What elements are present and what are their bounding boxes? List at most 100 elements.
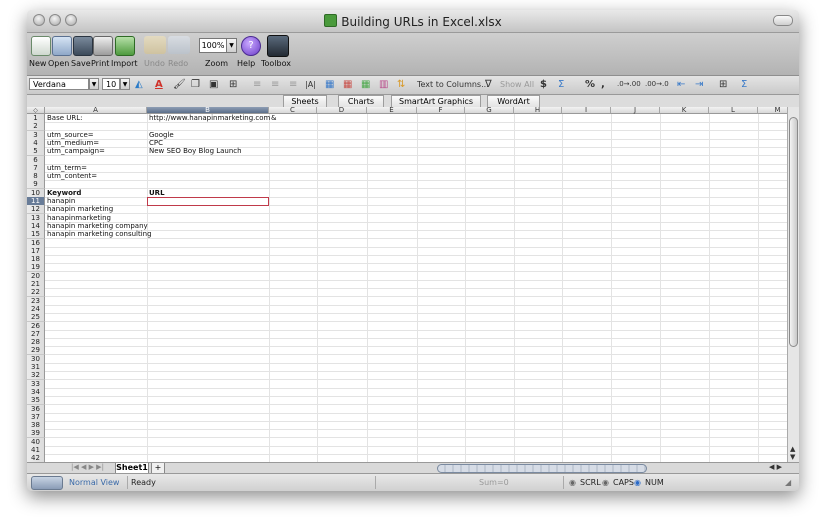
increase-decimal-icon[interactable]: .0→.00 — [617, 78, 641, 91]
merge-cells-icon[interactable]: ▦ — [325, 78, 334, 91]
filter-icon[interactable]: ∇ — [485, 78, 492, 91]
column-header-m[interactable]: M — [758, 107, 787, 114]
open-button-label[interactable]: Open — [48, 59, 69, 68]
status-divider — [127, 476, 128, 489]
wrap-text-icon[interactable]: |A| — [305, 78, 316, 91]
redo-button-label[interactable]: Redo — [168, 59, 188, 68]
insert-rows-icon[interactable]: ▦ — [343, 78, 352, 91]
currency-icon[interactable]: $ — [540, 78, 547, 91]
horizontal-scroll-arrows[interactable]: ◀ ▶ — [769, 463, 782, 471]
align-left-icon[interactable]: ≡ — [253, 78, 261, 91]
import-icon[interactable] — [115, 36, 135, 56]
vertical-scrollbar[interactable]: ▲ ▼ — [787, 107, 799, 462]
zoom-dropdown-arrow[interactable]: ▼ — [226, 38, 237, 53]
status-divider — [563, 476, 564, 489]
column-header-l[interactable]: L — [709, 107, 758, 114]
new-icon[interactable] — [31, 36, 51, 56]
tab-sheets[interactable]: Sheets — [283, 95, 327, 107]
column-header-d[interactable]: D — [317, 107, 367, 114]
column-header-i[interactable]: I — [562, 107, 611, 114]
scroll-down-arrow[interactable]: ▼ — [790, 453, 795, 461]
insert-columns-icon[interactable]: ▦ — [361, 78, 370, 91]
status-bar: Normal View Ready Sum=0 ◉ SCRL ◉ CAPS ◉ … — [27, 473, 799, 491]
toolbar-toggle-button[interactable] — [773, 15, 793, 26]
save-button-label[interactable]: Save — [71, 59, 91, 68]
save-icon[interactable] — [73, 36, 93, 56]
window-title: Building URLs in Excel.xlsx — [27, 14, 799, 29]
standard-toolbar: 100% ▼ ? New Open Save Print Import Undo… — [27, 33, 799, 76]
window-title-text: Building URLs in Excel.xlsx — [341, 15, 502, 29]
scroll-lock-icon: ◉ — [569, 478, 576, 487]
show-all-button[interactable]: Show All — [500, 78, 534, 91]
help-icon[interactable]: ? — [241, 36, 261, 56]
scroll-up-arrow[interactable]: ▲ — [790, 445, 795, 453]
column-header-j[interactable]: J — [611, 107, 660, 114]
functions-icon[interactable]: Σ — [741, 78, 747, 91]
autosum-icon[interactable]: Σ — [558, 78, 564, 91]
paste-icon[interactable]: ▣ — [209, 78, 218, 91]
format-painter-icon[interactable]: 🖌 — [173, 78, 186, 91]
import-button-label[interactable]: Import — [111, 59, 138, 68]
vertical-scroll-thumb[interactable] — [789, 117, 798, 347]
select-all-corner[interactable]: ◇ — [27, 107, 45, 114]
tab-wordart[interactable]: WordArt — [487, 95, 540, 107]
sort-icon[interactable]: ⇅ — [397, 78, 405, 91]
caps-lock-icon: ◉ — [602, 478, 609, 487]
font-size-field[interactable]: 10 — [102, 78, 120, 90]
font-name-dropdown[interactable]: ▼ — [89, 78, 99, 90]
num-lock-icon: ◉ — [634, 478, 641, 487]
normal-view-icon[interactable] — [31, 476, 63, 490]
formatting-bar: Verdana ▼ 10 ▼ ◭ A 🖌 ❐ ▣ ⊞ ≡ ≡ ≡ |A| ▦ ▦… — [27, 76, 799, 95]
redo-icon[interactable] — [168, 36, 190, 54]
undo-icon[interactable] — [144, 36, 166, 54]
toolbox-button-label[interactable]: Toolbox — [261, 59, 291, 68]
toolbox-icon[interactable] — [267, 35, 289, 57]
column-header-c[interactable]: C — [269, 107, 317, 114]
text-to-columns-button[interactable]: Text to Columns... — [417, 78, 489, 91]
align-center-icon[interactable]: ≡ — [271, 78, 279, 91]
column-header-h[interactable]: H — [514, 107, 562, 114]
column-header-f[interactable]: F — [417, 107, 465, 114]
print-icon[interactable] — [93, 36, 113, 56]
tab-smartart-graphics[interactable]: SmartArt Graphics — [391, 95, 481, 107]
column-header-b[interactable]: B — [147, 107, 269, 114]
increase-indent-icon[interactable]: ⇥ — [695, 78, 703, 91]
decrease-decimal-icon[interactable]: .00→.0 — [645, 78, 669, 91]
open-icon[interactable] — [52, 36, 72, 56]
status-state: Ready — [131, 478, 156, 487]
view-mode-label: Normal View — [69, 478, 120, 487]
column-header-k[interactable]: K — [660, 107, 709, 114]
help-button-label[interactable]: Help — [237, 59, 255, 68]
column-header-a[interactable]: A — [45, 107, 147, 114]
zoom-button-label[interactable]: Zoom — [205, 59, 228, 68]
delete-columns-icon[interactable]: ▥ — [379, 78, 388, 91]
active-cell-b11[interactable] — [147, 197, 269, 206]
borders-icon[interactable]: ⊞ — [229, 78, 237, 91]
sheet-nav-arrows[interactable]: |◀ ◀ ▶ ▶| — [71, 463, 104, 471]
thousands-separator-icon[interactable]: , — [601, 78, 605, 91]
row-header[interactable]: 42 — [27, 454, 45, 462]
align-right-icon[interactable]: ≡ — [289, 78, 297, 91]
font-size-dropdown[interactable]: ▼ — [120, 78, 130, 90]
tab-charts[interactable]: Charts — [338, 95, 384, 107]
status-scrl: SCRL — [580, 478, 601, 487]
decrease-indent-icon[interactable]: ⇤ — [677, 78, 685, 91]
cell-borders-icon[interactable]: ⊞ — [719, 78, 727, 91]
column-header-g[interactable]: G — [465, 107, 514, 114]
fill-color-icon[interactable]: ◭ — [135, 78, 143, 91]
undo-button-label[interactable]: Undo — [144, 59, 165, 68]
status-num: NUM — [645, 478, 664, 487]
font-name-field[interactable]: Verdana — [29, 78, 89, 90]
column-header-e[interactable]: E — [367, 107, 417, 114]
status-caps: CAPS — [613, 478, 634, 487]
print-button-label[interactable]: Print — [91, 59, 109, 68]
new-button-label[interactable]: New — [29, 59, 46, 68]
horizontal-scroll-thumb[interactable] — [437, 464, 647, 473]
spreadsheet-grid[interactable]: ◇ A B C D E F G H I J K L M 1 Base URL: http://www.hana… — [27, 107, 787, 462]
font-color-icon[interactable]: A — [155, 78, 163, 91]
zoom-input[interactable]: 100% — [199, 38, 227, 53]
resize-grip-icon[interactable]: ◢ — [785, 478, 791, 487]
copy-format-icon[interactable]: ❐ — [191, 78, 200, 91]
percent-icon[interactable]: % — [585, 78, 595, 91]
excel-file-icon — [324, 14, 338, 27]
